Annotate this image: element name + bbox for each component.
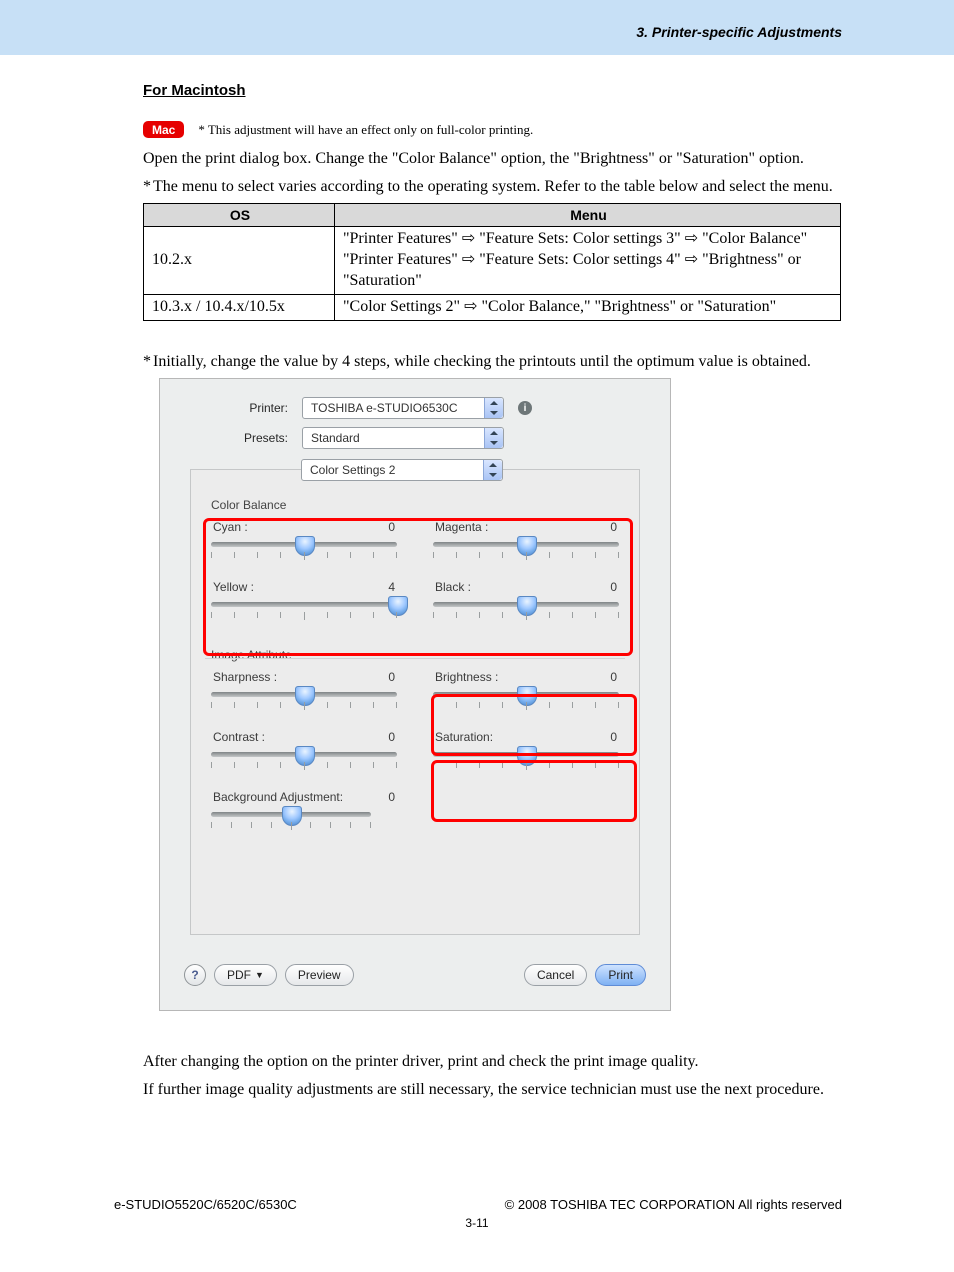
cell-os: 10.2.x bbox=[144, 227, 335, 294]
print-button[interactable]: Print bbox=[595, 964, 646, 986]
footer-copyright: © 2008 TOSHIBA TEC CORPORATION All right… bbox=[505, 1197, 842, 1212]
preview-button[interactable]: Preview bbox=[285, 964, 354, 986]
panel-tab-value: Color Settings 2 bbox=[302, 463, 415, 477]
group-color-balance: Color Balance bbox=[211, 498, 639, 512]
chevron-updown-icon bbox=[483, 460, 502, 480]
presets-value: Standard bbox=[303, 431, 380, 445]
note-1: *The menu to select varies according to … bbox=[143, 176, 842, 198]
presets-select[interactable]: Standard bbox=[302, 427, 504, 449]
chapter-title: 3. Printer-specific Adjustments bbox=[636, 24, 842, 40]
note-2-text: Initially, change the value by 4 steps, … bbox=[153, 351, 811, 373]
slider-sharpness[interactable]: Sharpness :0 bbox=[211, 670, 397, 716]
slider-brightness[interactable]: Brightness :0 bbox=[433, 670, 619, 716]
section-heading: For Macintosh bbox=[143, 82, 246, 99]
slider-cyan[interactable]: Cyan :0 bbox=[211, 520, 397, 566]
cancel-button[interactable]: Cancel bbox=[524, 964, 587, 986]
th-menu: Menu bbox=[335, 204, 841, 227]
footer-page: 3-11 bbox=[0, 1216, 954, 1230]
slider-black[interactable]: Black :0 bbox=[433, 580, 619, 626]
cell-menu: "Color Settings 2" ⇨ "Color Balance," "B… bbox=[335, 294, 841, 320]
after-para-1: After changing the option on the printer… bbox=[143, 1051, 842, 1073]
slider-background[interactable]: Background Adjustment:0 bbox=[211, 790, 397, 836]
pdf-button[interactable]: PDF▼ bbox=[214, 964, 277, 986]
note-2: *Initially, change the value by 4 steps,… bbox=[143, 351, 842, 373]
mac-badge: Mac bbox=[143, 121, 184, 138]
slider-magenta[interactable]: Magenta :0 bbox=[433, 520, 619, 566]
cell-os: 10.3.x / 10.4.x/10.5x bbox=[144, 294, 335, 320]
main-content: For Macintosh Mac * This adjustment will… bbox=[143, 82, 842, 1106]
slider-contrast[interactable]: Contrast :0 bbox=[211, 730, 397, 776]
panel-tab-select[interactable]: Color Settings 2 bbox=[301, 459, 503, 481]
presets-label: Presets: bbox=[160, 431, 294, 445]
chevron-updown-icon bbox=[484, 398, 503, 418]
footer-model: e-STUDIO5520C/6520C/6530C bbox=[114, 1197, 297, 1212]
slider-saturation[interactable]: Saturation:0 bbox=[433, 730, 619, 776]
cell-menu: "Printer Features" ⇨ "Feature Sets: Colo… bbox=[335, 227, 841, 294]
after-para-2: If further image quality adjustments are… bbox=[143, 1079, 842, 1101]
note-1-text: The menu to select varies according to t… bbox=[153, 176, 833, 198]
settings-panel: Color Settings 2 Color Balance Cyan :0 Y… bbox=[190, 469, 640, 935]
printer-label: Printer: bbox=[160, 401, 294, 415]
group-image-attribute: Image Attribute bbox=[211, 648, 639, 662]
print-dialog: Printer: TOSHIBA e-STUDIO6530C i Presets… bbox=[159, 378, 671, 1011]
badge-note: * This adjustment will have an effect on… bbox=[198, 122, 533, 138]
th-os: OS bbox=[144, 204, 335, 227]
os-menu-table: OS Menu 10.2.x "Printer Features" ⇨ "Fea… bbox=[143, 203, 841, 320]
slider-yellow[interactable]: Yellow :4 bbox=[211, 580, 397, 626]
info-icon[interactable]: i bbox=[518, 401, 532, 415]
chevron-down-icon: ▼ bbox=[255, 970, 264, 980]
printer-value: TOSHIBA e-STUDIO6530C bbox=[303, 401, 478, 415]
table-row: 10.2.x "Printer Features" ⇨ "Feature Set… bbox=[144, 227, 841, 294]
table-row: 10.3.x / 10.4.x/10.5x "Color Settings 2"… bbox=[144, 294, 841, 320]
chevron-updown-icon bbox=[484, 428, 503, 448]
intro-paragraph: Open the print dialog box. Change the "C… bbox=[143, 148, 842, 170]
help-button[interactable]: ? bbox=[184, 964, 206, 986]
printer-select[interactable]: TOSHIBA e-STUDIO6530C bbox=[302, 397, 504, 419]
